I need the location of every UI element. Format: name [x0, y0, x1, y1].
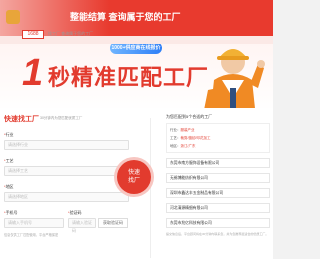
results-panel: 为您匹配到5个合适的工厂 行业：服装产业 工艺：裁剪/缝纫/印花加工 地区：浙江…	[166, 114, 270, 236]
process-label: *工艺	[4, 158, 14, 163]
results-summary: 行业：服装产业 工艺：裁剪/缝纫/印花加工 地区：浙江/广东	[166, 123, 270, 153]
summary-industry: 行业：服装产业	[170, 128, 195, 132]
factory-item[interactable]: 深圳市鑫达丰五金制品有限公司	[166, 188, 270, 198]
factory-item[interactable]: 河北清源精细有限公司	[166, 203, 270, 213]
factory-item[interactable]: 东莞市南方服饰设备有限公司	[166, 158, 270, 168]
factory-form: 快速找工厂 30分钟内为您匹配优质工厂 *行业 请选择行业 *工艺 请选择工艺 …	[4, 114, 129, 237]
process-select[interactable]: 请选择工艺	[4, 166, 129, 176]
submit-line-2: 找厂	[127, 178, 140, 184]
page: 整能结算 查询属于您的工厂 1000+供应商在线报价 1 秒精准匹配工厂 168…	[0, 0, 273, 259]
form-subtitle: 30分钟内为您匹配优质工厂	[40, 116, 83, 120]
match-card: 快速找工厂 30分钟内为您匹配优质工厂 *行业 请选择行业 *工艺 请选择工艺 …	[0, 108, 273, 259]
divider	[150, 118, 151, 258]
phone-input[interactable]: 请输入手机号	[4, 218, 64, 228]
results-note: 提交信息后，平台顾问将在30分钟内联系您，并为您推荐最适合的优质工厂。	[166, 232, 269, 236]
nav-text: 找工厂 查询属于您的工厂	[48, 31, 94, 36]
hero-number: 1	[22, 52, 44, 94]
hero-headline: 秒精准匹配工厂	[48, 65, 210, 90]
factory-item[interactable]: 无锡博能纺织有限公司	[166, 173, 270, 183]
factory-item[interactable]: 东莞市兆亿科技有限公司	[166, 218, 270, 228]
region-select[interactable]: 请选择地区	[4, 192, 129, 202]
nav-bar: 1688 找工厂 查询属于您的工厂	[0, 30, 273, 44]
phone-label: *手机号	[4, 210, 18, 215]
summary-region: 地区：浙江/广东	[170, 144, 196, 148]
get-code-button[interactable]: 获取验证码	[98, 218, 128, 228]
nav-logo[interactable]: 1688	[22, 30, 44, 39]
region-label: *地区	[4, 184, 14, 189]
code-input[interactable]: 请输入验证码	[68, 218, 96, 233]
submit-line-1: 快速	[127, 170, 140, 176]
contact-row: *手机号 请输入手机号 *验证码 请输入验证码 获取验证码	[4, 202, 129, 233]
form-note: 信息仅供工厂匹配使用，平台严格保密	[4, 233, 59, 237]
summary-process: 工艺：裁剪/缝纫/印花加工	[170, 136, 211, 140]
industry-select[interactable]: 请选择行业	[4, 140, 129, 150]
results-title: 为您匹配到5个合适的工厂	[166, 114, 213, 119]
industry-label: *行业	[4, 132, 14, 137]
find-factory-button[interactable]: 快速 找厂	[117, 160, 151, 194]
